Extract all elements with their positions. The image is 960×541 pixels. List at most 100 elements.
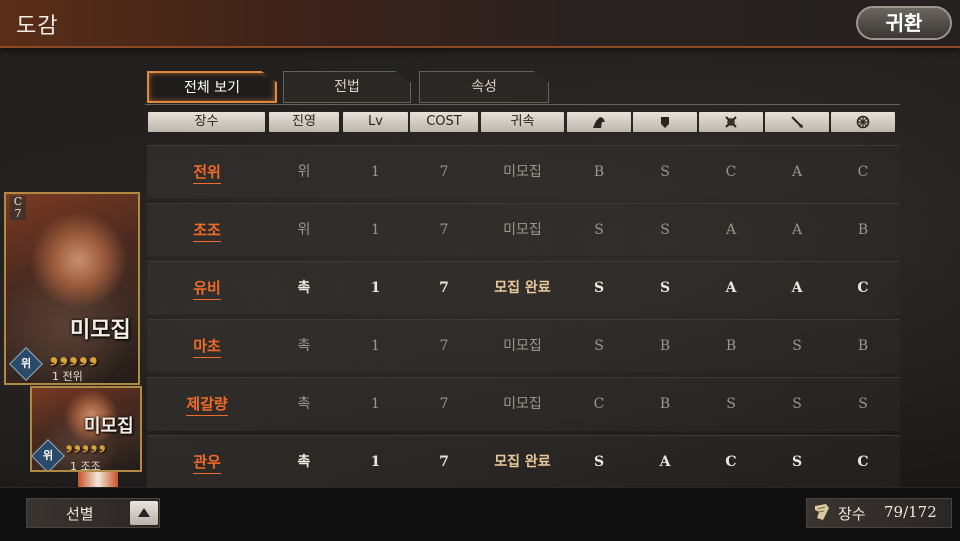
- card-stars: ❟❟❟❟❟: [66, 434, 108, 453]
- cell-stat-grade: B: [659, 396, 671, 412]
- general-card-jeonwi[interactable]: C7 미모집 ❟❟❟❟❟ 위 1 전위: [4, 192, 140, 385]
- cell-stat-grade: S: [593, 280, 605, 296]
- cell-faction: 위: [297, 222, 311, 238]
- cell-stat-grade: C: [593, 396, 605, 412]
- filter-label: 선별: [66, 505, 94, 523]
- card-stars: ❟❟❟❟❟: [50, 342, 100, 366]
- cell-stat-grade: B: [659, 338, 671, 354]
- table-row[interactable]: 마초 촉 1 7 미모집 S B B S B: [147, 319, 900, 373]
- cell-level: 1: [371, 396, 380, 412]
- cell-level: 1: [371, 338, 380, 354]
- general-card-jojo[interactable]: 미모집 ❟❟❟❟❟ 위 1 조조: [30, 386, 142, 472]
- header-faction[interactable]: 진영: [269, 112, 339, 132]
- tab-attributes[interactable]: 속성: [419, 71, 549, 103]
- header-wheel[interactable]: [831, 112, 895, 132]
- general-name-link[interactable]: 관우: [147, 436, 267, 488]
- cell-stat-grade: S: [792, 396, 802, 412]
- cell-stat-grade: B: [725, 338, 737, 354]
- cell-stat-grade: S: [792, 338, 802, 354]
- cell-level: 1: [371, 164, 380, 180]
- cell-stat-grade: S: [594, 338, 604, 354]
- cell-cost: 7: [439, 338, 449, 354]
- header-spear[interactable]: [765, 112, 829, 132]
- cell-status: 미모집: [503, 164, 542, 180]
- cell-stat-grade: S: [660, 164, 670, 180]
- header-level[interactable]: Lv: [343, 112, 408, 132]
- table-row[interactable]: 관우 촉 1 7 모집 완료 S A C S C: [147, 435, 900, 489]
- cell-cost: 7: [439, 396, 449, 412]
- spear-icon: [791, 116, 803, 128]
- cell-stat-grade: S: [594, 222, 604, 238]
- cell-stat-grade: S: [726, 396, 736, 412]
- table-row[interactable]: 유비 촉 1 7 모집 완료 S S A A C: [147, 261, 900, 315]
- table-row[interactable]: 제갈량 촉 1 7 미모집 C B S S S: [147, 377, 900, 431]
- header-shield[interactable]: [633, 112, 697, 132]
- scroll-icon: [815, 504, 829, 520]
- expand-up-icon[interactable]: [130, 501, 158, 525]
- cell-level: 1: [370, 454, 381, 470]
- table-row[interactable]: 전위 위 1 7 미모집 B S C A C: [147, 145, 900, 199]
- cell-status: 미모집: [503, 338, 542, 354]
- cell-level: 1: [370, 280, 381, 296]
- header-name[interactable]: 장수: [148, 112, 265, 132]
- cell-stat-grade: A: [791, 280, 803, 296]
- header-cavalry[interactable]: [567, 112, 631, 132]
- cell-faction: 촉: [297, 338, 311, 354]
- cell-stat-grade: C: [725, 164, 737, 180]
- bow-icon: [725, 116, 737, 128]
- back-button[interactable]: 귀환: [856, 6, 952, 40]
- cavalry-icon: [593, 117, 605, 128]
- page-title: 도감: [16, 14, 59, 39]
- cell-stat-grade: S: [858, 396, 868, 412]
- general-name-link[interactable]: 유비: [147, 262, 267, 314]
- tab-tactics[interactable]: 전법: [283, 71, 411, 103]
- cell-stat-grade: B: [857, 338, 869, 354]
- top-bar: 도감 귀환: [0, 0, 960, 48]
- table-row[interactable]: 조조 위 1 7 미모집 S S A A B: [147, 203, 900, 257]
- cell-stat-grade: C: [857, 280, 869, 296]
- header-status[interactable]: 귀속: [481, 112, 564, 132]
- tab-divider: [145, 104, 900, 105]
- header-bow[interactable]: [699, 112, 763, 132]
- cell-stat-grade: S: [660, 222, 670, 238]
- cell-status: 모집 완료: [494, 280, 551, 296]
- tab-all[interactable]: 전체 보기: [147, 71, 277, 103]
- general-count-label: 장수: [838, 505, 866, 523]
- card-cost-badge: C7: [10, 196, 26, 220]
- cell-stat-grade: S: [659, 280, 671, 296]
- cell-stat-grade: A: [659, 454, 671, 470]
- card-peek[interactable]: [78, 472, 118, 487]
- header-cost[interactable]: COST: [410, 112, 478, 132]
- general-name-link[interactable]: 제갈량: [147, 378, 267, 430]
- cell-stat-grade: A: [791, 222, 803, 238]
- cell-faction: 위: [297, 164, 311, 180]
- cell-faction: 촉: [297, 454, 311, 470]
- card-level-name: 1 조조: [70, 460, 101, 472]
- general-name-link[interactable]: 조조: [147, 204, 267, 256]
- cell-stat-grade: A: [725, 280, 737, 296]
- general-name-link[interactable]: 전위: [147, 146, 267, 198]
- card-status: 미모집: [70, 318, 131, 343]
- wheel-icon: [856, 115, 870, 129]
- cell-stat-grade: S: [791, 454, 803, 470]
- cell-status: 미모집: [503, 396, 542, 412]
- cell-stat-grade: A: [791, 164, 803, 180]
- cell-stat-grade: S: [593, 454, 605, 470]
- cell-cost: 7: [439, 222, 449, 238]
- cell-level: 1: [371, 222, 380, 238]
- cell-stat-grade: C: [857, 164, 869, 180]
- cell-stat-grade: C: [725, 454, 737, 470]
- cell-status: 모집 완료: [494, 454, 551, 470]
- cell-stat-grade: B: [593, 164, 605, 180]
- cell-stat-grade: B: [857, 222, 869, 238]
- cell-cost: 7: [439, 454, 449, 470]
- cell-stat-grade: A: [725, 222, 737, 238]
- cell-status: 미모집: [503, 222, 542, 238]
- cell-cost: 7: [439, 280, 449, 296]
- shield-icon: [661, 117, 669, 128]
- card-level-name: 1 전위: [52, 370, 83, 383]
- general-name-link[interactable]: 마초: [147, 320, 267, 372]
- cell-stat-grade: C: [857, 454, 869, 470]
- cell-cost: 7: [439, 164, 449, 180]
- cell-faction: 촉: [297, 396, 311, 412]
